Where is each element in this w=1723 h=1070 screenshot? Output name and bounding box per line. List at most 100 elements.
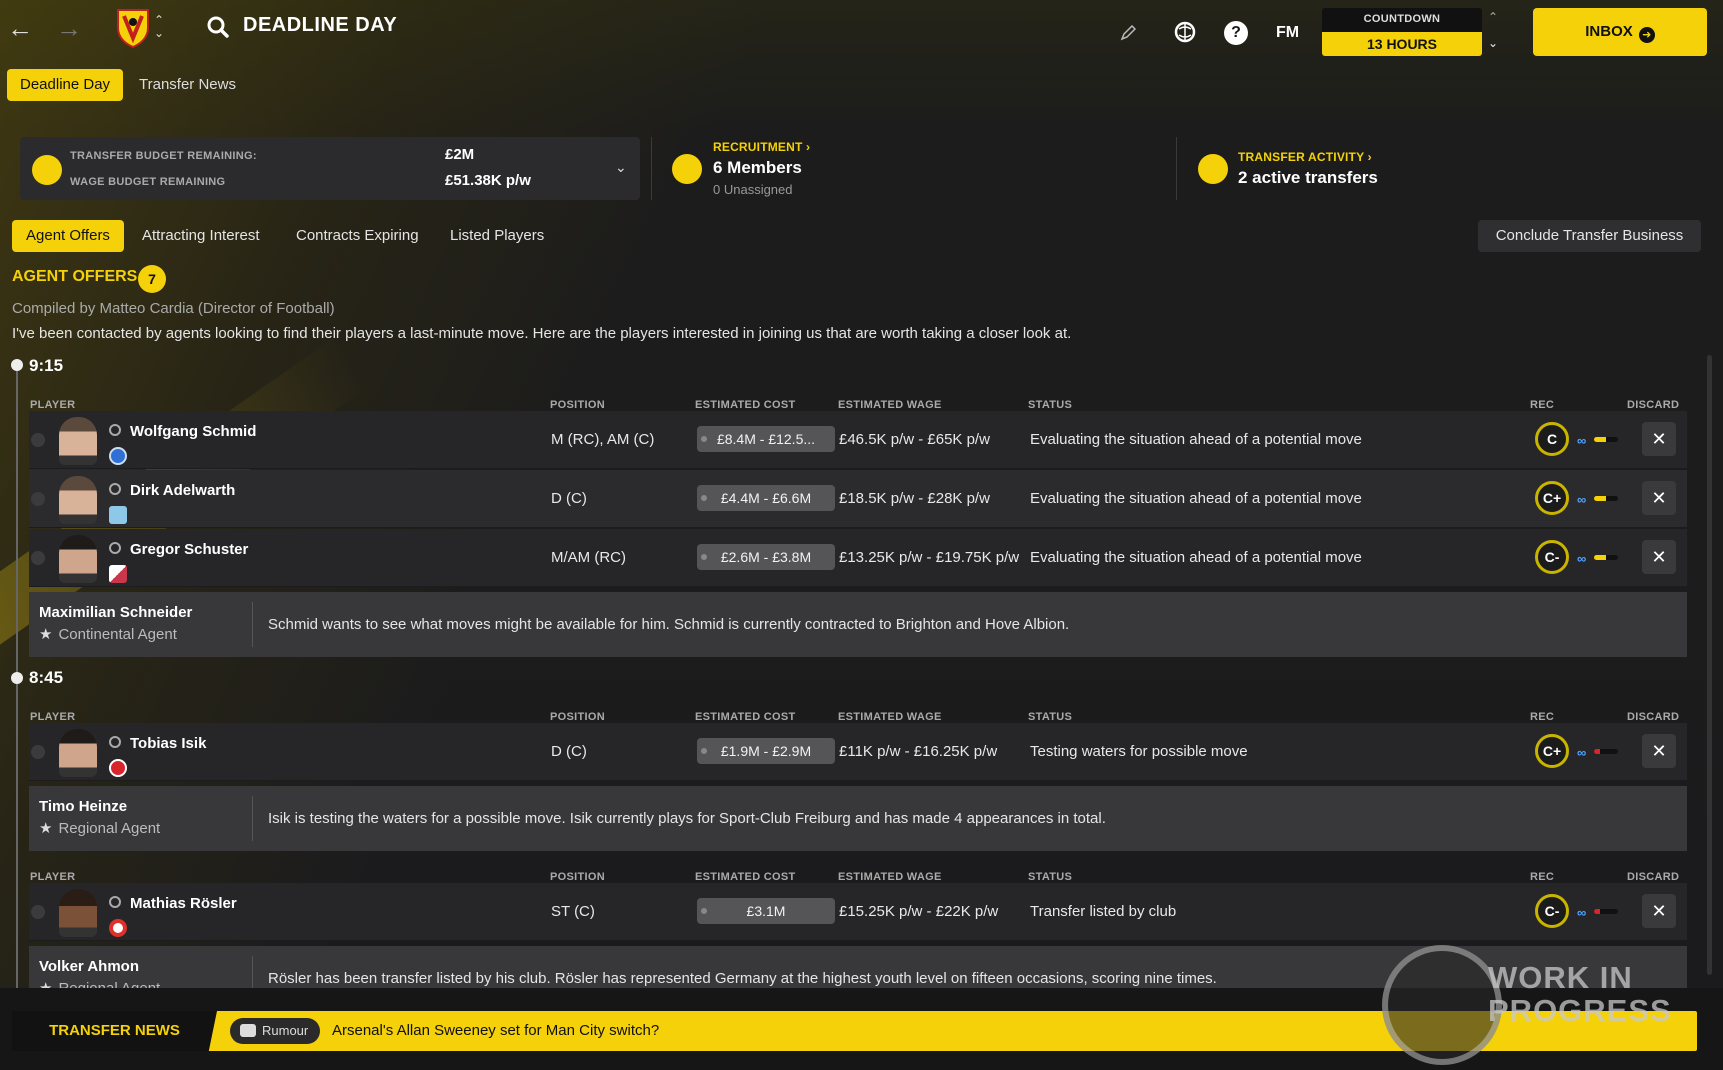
discard-button[interactable]: ✕ xyxy=(1642,540,1676,574)
agent-message: Isik is testing the waters for a possibl… xyxy=(268,810,1106,827)
agent-role-label: Regional Agent xyxy=(58,980,160,988)
player-name[interactable]: Wolfgang Schmid xyxy=(130,423,256,440)
col-rec: REC xyxy=(1530,871,1555,883)
scout-binoculars-icon: ∞ xyxy=(1577,905,1587,920)
select-radio[interactable] xyxy=(31,492,45,506)
club-badge-icon[interactable] xyxy=(109,565,127,583)
rec-rating[interactable]: C xyxy=(1535,422,1569,456)
player-position: M (RC), AM (C) xyxy=(551,431,655,448)
agent-message: Rösler has been transfer listed by his c… xyxy=(268,970,1217,987)
agent-name[interactable]: Timo Heinze xyxy=(39,798,127,815)
agent-box: Timo Heinze ★ Regional Agent Isik is test… xyxy=(29,786,1687,851)
discard-button[interactable]: ✕ xyxy=(1642,734,1676,768)
top-bar: ← → ⌃ ⌄ DEADLINE DAY ? FM COUNTDOWN 13 HO… xyxy=(0,0,1723,62)
rec-rating[interactable]: C+ xyxy=(1535,734,1569,768)
estimated-cost: £1.9M - £2.9M xyxy=(697,738,835,764)
transfer-activity-link[interactable]: TRANSFER ACTIVITY › xyxy=(1238,150,1372,164)
discard-button[interactable]: ✕ xyxy=(1642,422,1676,456)
estimated-wage: £13.25K p/w - £19.75K p/w xyxy=(839,549,1020,566)
club-crest-icon[interactable] xyxy=(116,8,150,48)
player-position: D (C) xyxy=(551,490,587,507)
scout-knowledge-bar xyxy=(1594,437,1618,442)
club-badge-icon[interactable] xyxy=(109,919,127,937)
ticker-headline[interactable]: Arsenal's Allan Sweeney set for Man City… xyxy=(332,1022,659,1039)
conclude-transfer-business-button[interactable]: Conclude Transfer Business xyxy=(1478,220,1701,252)
player-name[interactable]: Mathias Rösler xyxy=(130,895,237,912)
agent-name[interactable]: Maximilian Schneider xyxy=(39,604,192,621)
col-position: POSITION xyxy=(550,871,605,883)
select-radio[interactable] xyxy=(31,745,45,759)
club-badge-icon[interactable] xyxy=(109,447,127,465)
tab-agent-offers[interactable]: Agent Offers xyxy=(12,220,124,252)
tab-transfer-news[interactable]: Transfer News xyxy=(126,69,249,101)
intro-text: I've been contacted by agents looking to… xyxy=(12,325,1072,342)
agent-role: ★ Continental Agent xyxy=(39,625,177,643)
wage-budget-value: £51.38K p/w xyxy=(445,172,531,189)
search-icon[interactable] xyxy=(207,16,229,38)
tab-listed-players[interactable]: Listed Players xyxy=(436,220,558,252)
forward-arrow-icon[interactable]: → xyxy=(55,14,83,42)
recruitment-unassigned: 0 Unassigned xyxy=(713,182,793,197)
select-radio[interactable] xyxy=(31,905,45,919)
star-icon: ★ xyxy=(39,820,53,837)
table-row[interactable]: Wolfgang Schmid M (RC), AM (C) £8.4M - £… xyxy=(29,411,1687,469)
help-icon[interactable]: ? xyxy=(1224,21,1248,45)
fm-menu-icon[interactable]: FM xyxy=(1276,24,1299,42)
transfer-budget-value: £2M xyxy=(445,146,475,163)
player-name[interactable]: Gregor Schuster xyxy=(130,541,248,558)
back-arrow-icon[interactable]: ← xyxy=(6,14,34,42)
agent-name[interactable]: Volker Ahmon xyxy=(39,958,139,975)
table-row[interactable]: Mathias Rösler ST (C) £3.1M £15.25K p/w … xyxy=(29,883,1687,941)
recruitment-link[interactable]: RECRUITMENT › xyxy=(713,140,810,154)
budget-summary[interactable]: TRANSFER BUDGET REMAINING: WAGE BUDGET R… xyxy=(20,137,640,200)
tab-deadline-day[interactable]: Deadline Day xyxy=(7,69,124,101)
player-status: Evaluating the situation ahead of a pote… xyxy=(1030,431,1362,448)
countdown-widget[interactable]: COUNTDOWN 13 HOURS xyxy=(1322,8,1482,56)
table-row[interactable]: Tobias Isik D (C) £1.9M - £2.9M £11K p/w… xyxy=(29,723,1687,781)
select-radio[interactable] xyxy=(31,433,45,447)
divider xyxy=(252,956,253,988)
player-face xyxy=(59,729,97,777)
chevron-up-icon[interactable]: ⌃ xyxy=(1488,10,1498,24)
watermark-line2: PROGRESS xyxy=(1488,993,1672,1028)
estimated-wage: £11K p/w - £16.25K p/w xyxy=(839,743,998,760)
rumour-badge[interactable]: Rumour xyxy=(230,1018,321,1044)
scout-knowledge-bar xyxy=(1594,909,1618,914)
discard-button[interactable]: ✕ xyxy=(1642,481,1676,515)
player-status: Evaluating the situation ahead of a pote… xyxy=(1030,549,1362,566)
player-name[interactable]: Dirk Adelwarth xyxy=(130,482,235,499)
pencil-icon[interactable] xyxy=(1120,25,1136,41)
club-badge-icon[interactable] xyxy=(109,759,127,777)
chat-bubble-icon xyxy=(240,1024,256,1037)
select-radio[interactable] xyxy=(31,551,45,565)
col-player: PLAYER xyxy=(30,711,76,723)
rec-rating[interactable]: C+ xyxy=(1535,481,1569,515)
inbox-button[interactable]: INBOX ➜ xyxy=(1533,8,1707,56)
scout-binoculars-icon: ∞ xyxy=(1577,433,1587,448)
compiled-by: Compiled by Matteo Cardia (Director of F… xyxy=(12,300,335,317)
chevron-down-icon[interactable]: ⌄ xyxy=(1488,36,1498,50)
money-icon xyxy=(32,155,62,185)
player-position: M/AM (RC) xyxy=(551,549,626,566)
scrollbar[interactable] xyxy=(1707,355,1712,975)
discard-button[interactable]: ✕ xyxy=(1642,894,1676,928)
agent-box: Maximilian Schneider ★ Continental Agent … xyxy=(29,592,1687,657)
tab-attracting-interest[interactable]: Attracting Interest xyxy=(128,220,274,252)
person-icon xyxy=(109,736,121,748)
inbox-label: INBOX xyxy=(1585,23,1633,40)
rec-rating[interactable]: C- xyxy=(1535,540,1569,574)
chevron-down-icon[interactable]: ⌄ xyxy=(615,159,627,176)
player-face xyxy=(59,476,97,524)
player-face xyxy=(59,889,97,937)
player-name[interactable]: Tobias Isik xyxy=(130,735,206,752)
person-icon xyxy=(109,542,121,554)
world-icon[interactable] xyxy=(1174,21,1196,43)
tab-contracts-expiring[interactable]: Contracts Expiring xyxy=(282,220,433,252)
crest-switch-chevron-icon[interactable]: ⌃ ⌄ xyxy=(154,14,164,40)
col-status: STATUS xyxy=(1028,711,1073,723)
rec-rating[interactable]: C- xyxy=(1535,894,1569,928)
club-badge-icon[interactable] xyxy=(109,506,127,524)
table-row[interactable]: Dirk Adelwarth D (C) £4.4M - £6.6M £18.5… xyxy=(29,470,1687,528)
table-row[interactable]: Gregor Schuster M/AM (RC) £2.6M - £3.8M … xyxy=(29,529,1687,587)
player-position: D (C) xyxy=(551,743,587,760)
